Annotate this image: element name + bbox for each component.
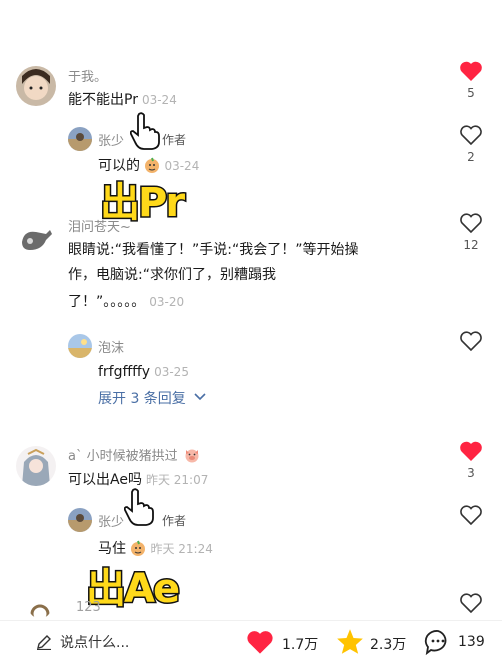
comment-post-button[interactable]: 139 [424,628,496,656]
avatar-commenter-1[interactable] [16,66,56,106]
comment-author[interactable]: 于我。 [68,66,107,85]
author-tag: 作者 [162,133,187,147]
like-count: 3 [467,466,475,480]
pencil-icon [37,635,51,650]
bottom-action-bar: 说点什么... 1.7万 2.3万 139 [0,620,502,659]
avatar-reply-author[interactable] [68,334,92,358]
expand-replies-button[interactable]: 展开 3 条回复 [98,388,206,408]
comment-author-name: a` 小时候被猪拱过 [68,449,178,464]
reply-like-button[interactable] [458,504,484,528]
comment-text-line-2: 作，电脑说:“求你们了，别糟蹋我 [68,267,276,283]
favorite-post-button[interactable]: 2.3万 [336,628,416,656]
heart-filled-icon [460,61,482,81]
hand-cursor-icon [124,488,154,526]
post-comment-count: 139 [458,634,485,650]
reply-text: frfgffffy 03-25 [98,360,189,385]
reply-text-content: 马住 [98,541,126,557]
reply-like-button[interactable]: 2 [458,124,484,164]
reply-author[interactable]: 张少 [98,130,124,149]
comment-author[interactable]: 123 [76,600,101,615]
emoji-face-icon [131,540,146,556]
author-tag: 作者 [162,514,187,528]
comment-text-content: 能不能出Pr [68,92,138,108]
like-button[interactable]: 5 [458,60,484,100]
comment-time: 03-20 [149,295,185,309]
reply-time: 03-25 [154,365,189,379]
star-filled-icon [337,629,363,654]
comment-time: 03-24 [141,93,177,107]
heart-outline-icon [460,213,482,234]
avatar-reply-author[interactable] [68,127,92,151]
post-like-count: 1.7万 [282,637,319,653]
reply-time: 昨天 21:24 [150,542,213,556]
like-button[interactable]: 12 [458,212,484,252]
comment-bubble-icon [424,630,447,656]
comment-author[interactable]: 泪问苍天~ [68,216,131,235]
comment-text-content: 了！”。。。。。 [68,294,146,310]
avatar-commenter-2[interactable] [16,220,56,260]
heart-outline-icon [460,331,482,352]
heart-filled-icon [460,441,482,461]
reply-author[interactable]: 张少 [98,511,124,530]
avatar-commenter-4[interactable] [30,604,50,618]
heart-outline-icon [460,593,482,614]
comment-input[interactable]: 说点什么... [36,631,216,653]
heart-filled-icon [247,631,273,654]
chevron-down-icon [194,393,206,401]
like-button[interactable] [458,592,484,616]
comment-text-line-1: 眼睛说:“我看懂了！”手说:“我会了！”等开始操 [68,242,359,258]
comment-text-content: 可以出Ae吗 [68,472,142,488]
comment-input-placeholder: 说点什么... [60,635,130,651]
heart-outline-icon [460,125,482,146]
like-count: 12 [463,238,479,252]
like-button[interactable]: 3 [458,440,484,480]
reply-like-count: 2 [467,150,475,164]
hand-cursor-icon [130,112,160,150]
comment-time: 昨天 21:07 [145,473,209,487]
post-favorite-count: 2.3万 [370,637,407,653]
comment-text-line-3: 了！”。。。。。 03-20 [68,290,184,315]
comment-author[interactable]: a` 小时候被猪拱过 [68,445,200,464]
avatar-reply-author[interactable] [68,508,92,532]
reply-author[interactable]: 泡沫 [98,337,124,356]
comment-text: 能不能出Pr 03-24 [68,88,177,113]
pig-emoji-icon [185,449,199,463]
heart-outline-icon [460,505,482,526]
avatar-commenter-3[interactable] [16,446,56,486]
reply-text-content: frfgffffy [98,364,151,380]
reply-like-button[interactable] [458,330,484,354]
like-count: 5 [467,86,475,100]
like-post-button[interactable]: 1.7万 [246,629,326,655]
expand-replies-label: 展开 3 条回复 [98,391,186,407]
